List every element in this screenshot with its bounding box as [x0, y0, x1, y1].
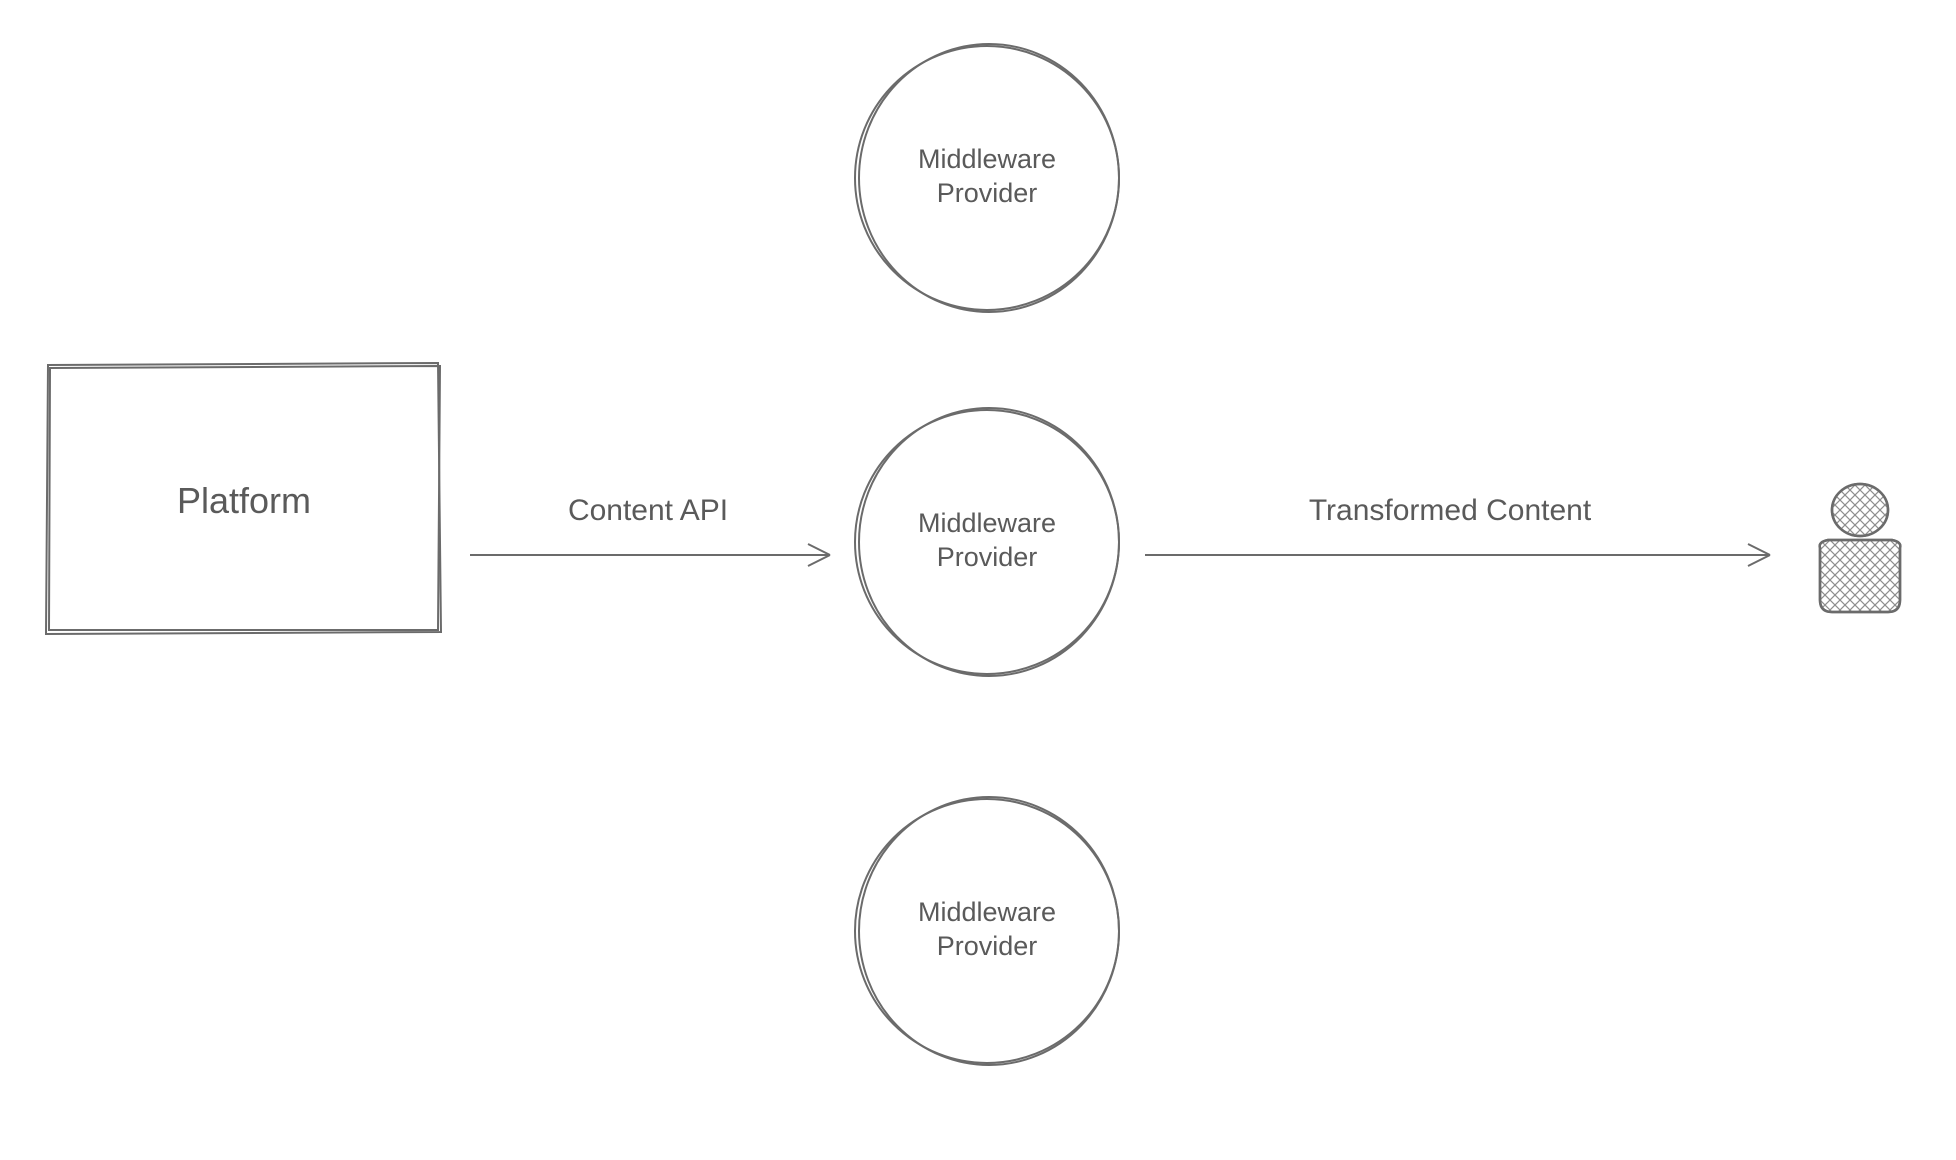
arrow-content-api-label: Content API	[478, 492, 818, 530]
diagram-canvas: Platform Middleware Provider Middleware …	[0, 0, 1956, 1160]
middleware-middle-label: Middleware Provider	[855, 507, 1119, 575]
arrow-transformed-content-label: Transformed Content	[1150, 492, 1750, 530]
middleware-bottom-label: Middleware Provider	[855, 896, 1119, 964]
middleware-top-label: Middleware Provider	[855, 143, 1119, 211]
arrow-transformed-content	[1145, 544, 1770, 566]
arrow-content-api	[470, 544, 830, 566]
platform-label: Platform	[48, 478, 440, 523]
person-icon	[1820, 484, 1901, 612]
